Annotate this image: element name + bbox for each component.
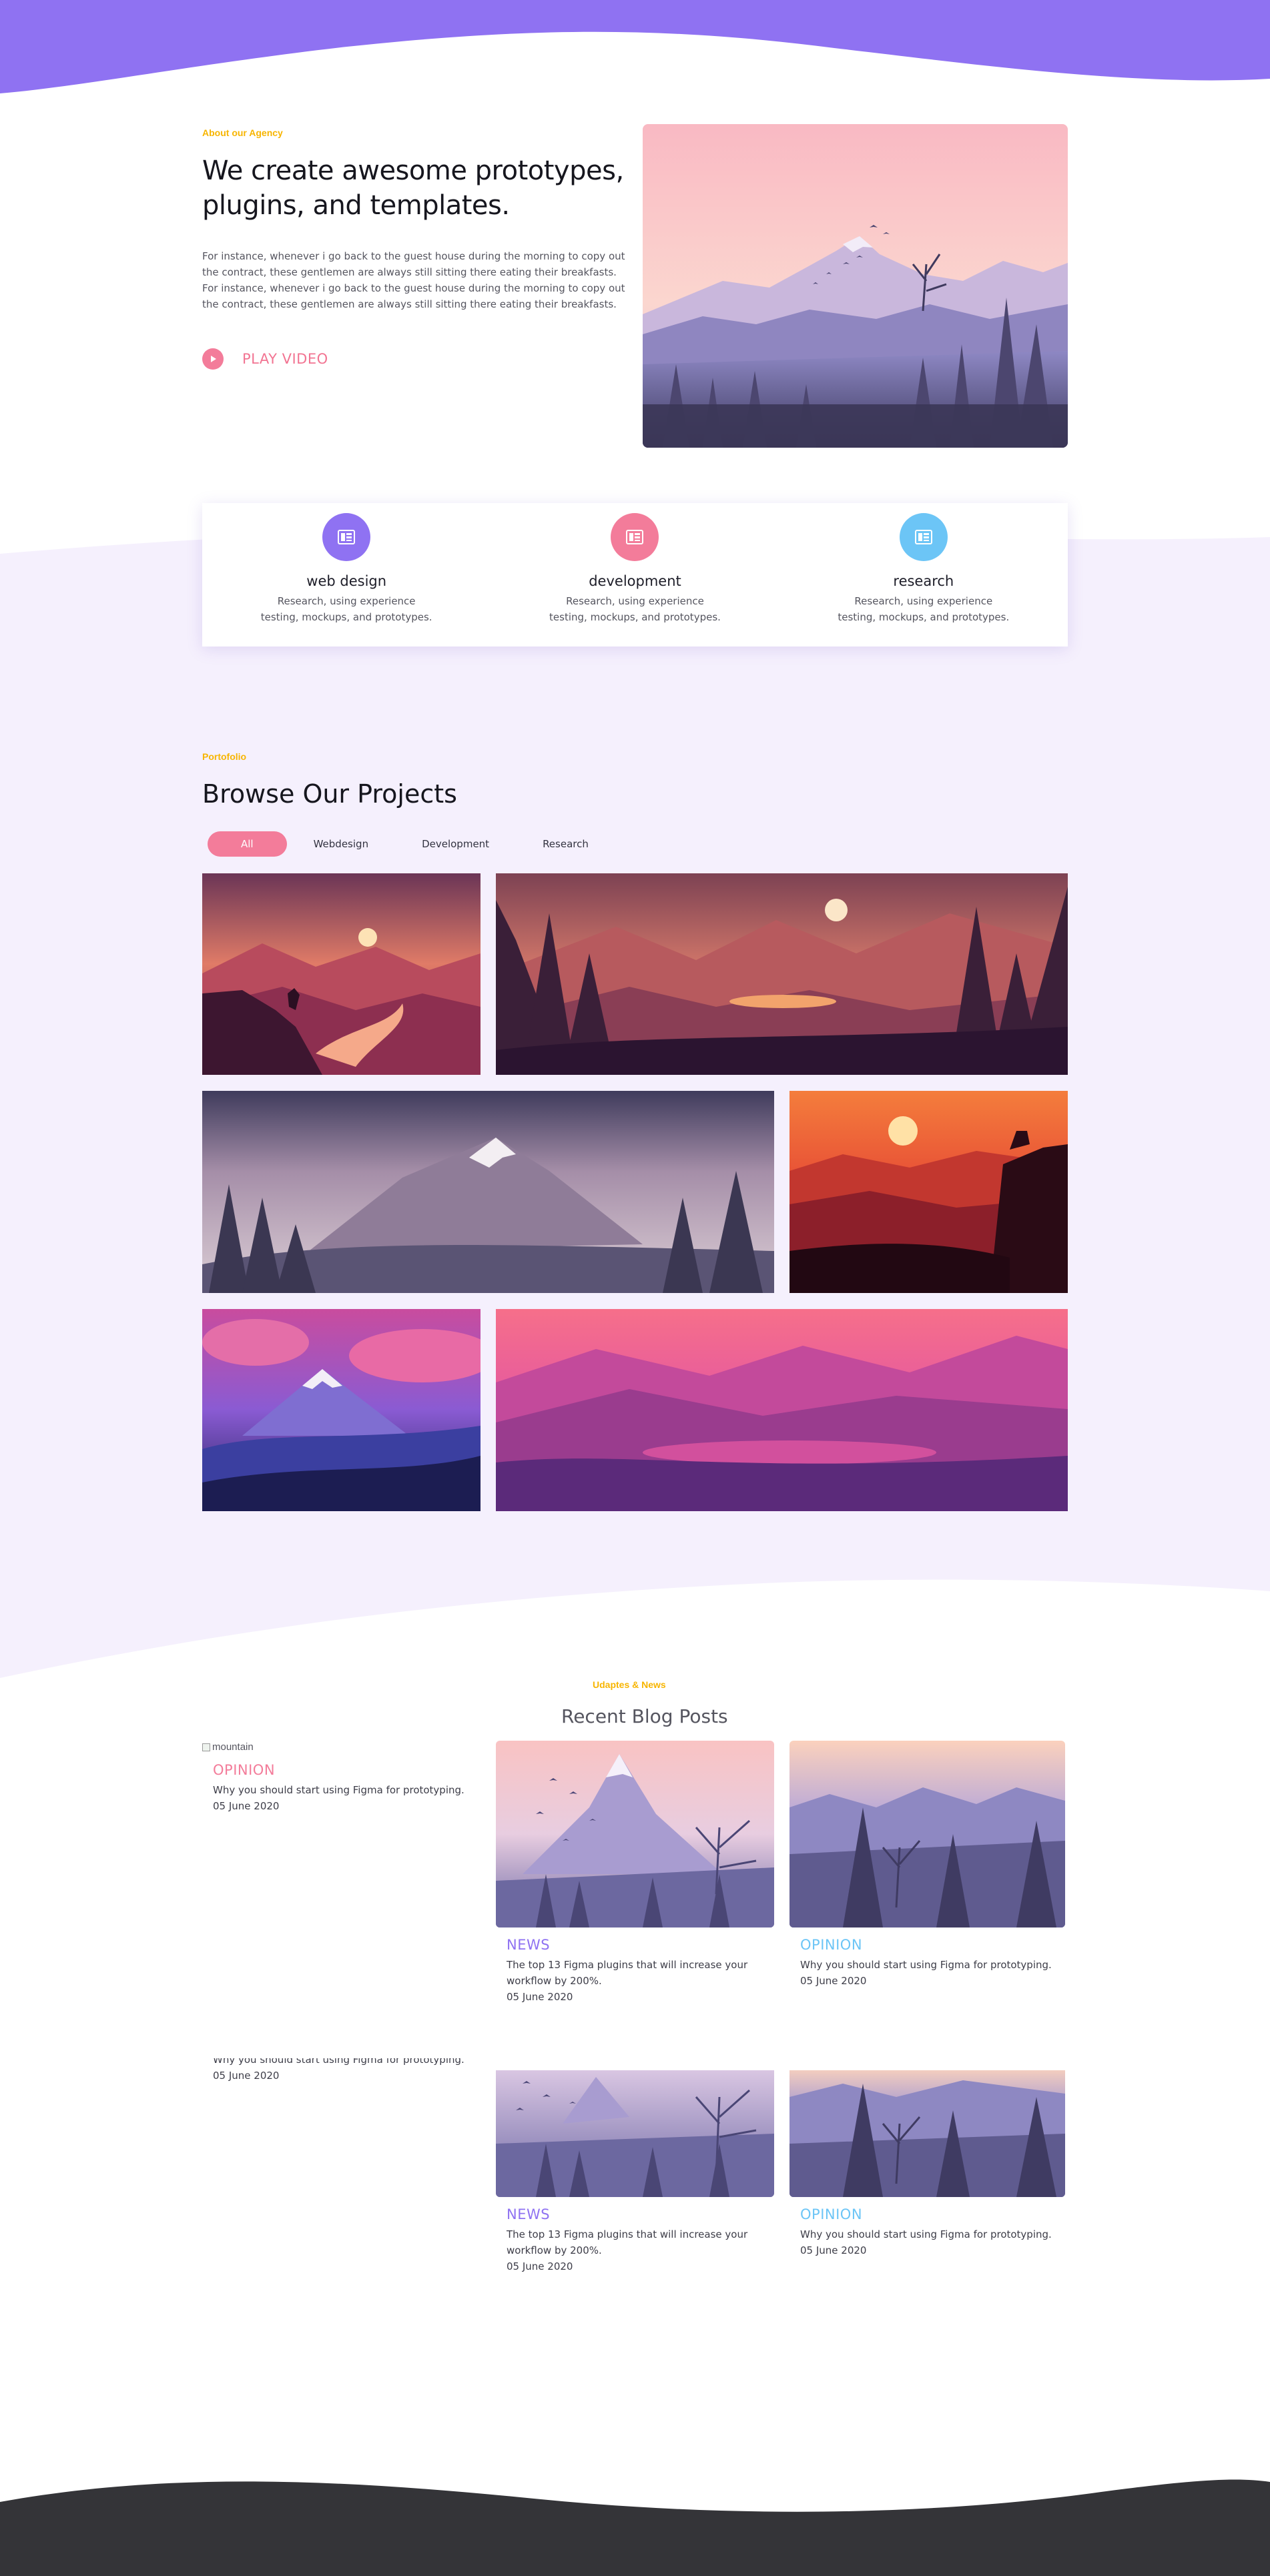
layout-icon xyxy=(611,513,659,561)
portfolio-item[interactable] xyxy=(202,873,481,1075)
filter-all[interactable]: All xyxy=(208,831,287,857)
footer-wave xyxy=(0,2479,1270,2576)
portfolio-item[interactable] xyxy=(496,873,1068,1075)
blog-desc: The top 13 Figma plugins that will incre… xyxy=(507,1959,748,1987)
top-wave xyxy=(0,0,1270,93)
blog-date: 05 June 2020 xyxy=(800,1975,867,1987)
blog-date: 05 June 2020 xyxy=(213,1800,280,1812)
blog-desc: Why you should start using Figma for pro… xyxy=(213,2058,464,2066)
portfolio-title: Browse Our Projects xyxy=(202,779,457,809)
service-web-design[interactable]: web design Research, using experience te… xyxy=(202,503,491,647)
blog-date: 05 June 2020 xyxy=(507,2260,573,2272)
blog-date: 05 June 2020 xyxy=(213,2070,280,2082)
blog-category: OPINION xyxy=(213,1762,276,1778)
layout-icon xyxy=(899,513,948,561)
blog-category: NEWS xyxy=(507,1937,551,1953)
service-desc: Research, using experience testing, mock… xyxy=(260,595,432,623)
portfolio-eyebrow: Portofolio xyxy=(202,751,247,762)
blog-card[interactable]: OPINION Why you should start using Figma… xyxy=(789,2070,1065,2258)
blog-image xyxy=(789,2070,1065,2197)
blog-category: OPINION xyxy=(800,1937,863,1953)
blog-card[interactable]: Why you should start using Figma for pro… xyxy=(213,2058,466,2088)
blog-image xyxy=(789,1741,1065,1927)
hero-landscape-image xyxy=(643,124,1068,448)
about-eyebrow: About our Agency xyxy=(202,127,283,138)
portfolio-item[interactable] xyxy=(496,1309,1068,1511)
service-development[interactable]: development Research, using experience t… xyxy=(491,503,779,647)
service-desc: Research, using experience testing, mock… xyxy=(549,595,721,623)
portfolio-item[interactable] xyxy=(202,1091,774,1293)
blog-image xyxy=(496,1741,774,1927)
blog-category: OPINION xyxy=(800,2206,863,2222)
blog-desc: Why you should start using Figma for pro… xyxy=(213,1784,464,1796)
broken-image-alt: mountain xyxy=(212,1741,254,1753)
service-desc: Research, using experience testing, mock… xyxy=(838,595,1010,623)
blog-desc: The top 13 Figma plugins that will incre… xyxy=(507,2228,748,2256)
service-title: development xyxy=(589,573,681,589)
services-card: web design Research, using experience te… xyxy=(202,503,1068,647)
service-title: web design xyxy=(306,573,387,589)
blog-card[interactable]: NEWS The top 13 Figma plugins that will … xyxy=(496,2070,774,2274)
play-video-label: PLAY VIDEO xyxy=(242,351,328,367)
blog-desc: Why you should start using Figma for pro… xyxy=(800,1959,1052,1971)
filter-webdesign[interactable]: Webdesign xyxy=(287,831,395,857)
service-title: research xyxy=(893,573,954,589)
blog-date: 05 June 2020 xyxy=(507,1991,573,2003)
blog-date: 05 June 2020 xyxy=(800,2244,867,2256)
blog-category: NEWS xyxy=(507,2206,551,2222)
portfolio-filters: All Webdesign Development Research xyxy=(208,831,615,857)
broken-image-icon: mountain xyxy=(202,1741,469,1753)
filter-development[interactable]: Development xyxy=(395,831,516,857)
filter-research[interactable]: Research xyxy=(516,831,615,857)
about-text: For instance, whenever i go back to the … xyxy=(202,250,625,310)
play-icon xyxy=(202,348,224,370)
blog-eyebrow: Udaptes & News xyxy=(593,1679,666,1690)
blog-desc: Why you should start using Figma for pro… xyxy=(800,2228,1052,2240)
blog-title: Recent Blog Posts xyxy=(561,1705,728,1727)
service-research[interactable]: research Research, using experience test… xyxy=(779,503,1068,647)
layout-icon xyxy=(322,513,371,561)
about-title: We create awesome prototypes, plugins, a… xyxy=(202,155,624,221)
blog-card[interactable]: NEWS The top 13 Figma plugins that will … xyxy=(496,1741,774,2005)
portfolio-item[interactable] xyxy=(789,1091,1068,1293)
play-video-button[interactable]: PLAY VIDEO xyxy=(202,348,328,370)
blog-card[interactable]: mountain OPINION Why you should start us… xyxy=(202,1741,469,1814)
blog-card[interactable]: OPINION Why you should start using Figma… xyxy=(789,1741,1065,1989)
blog-image xyxy=(496,2070,774,2197)
portfolio-item[interactable] xyxy=(202,1309,481,1511)
